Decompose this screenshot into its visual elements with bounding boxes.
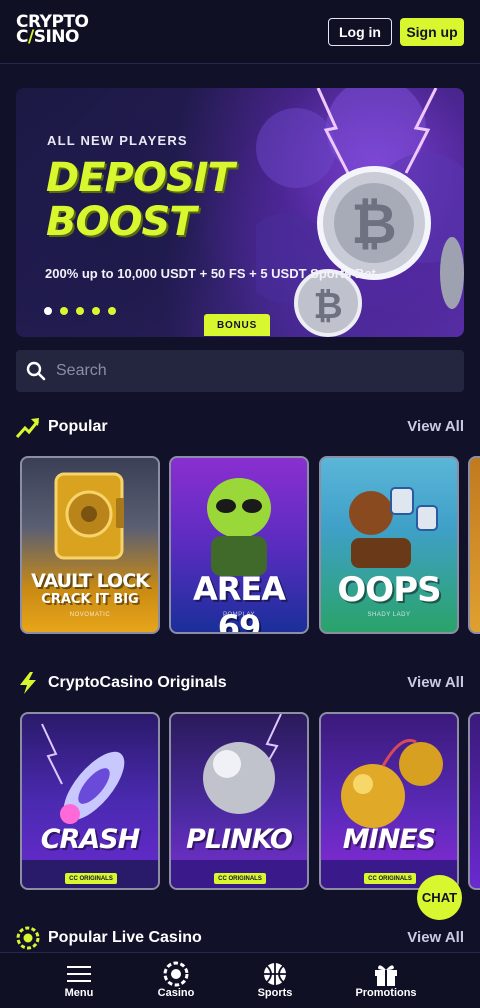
view-all-link[interactable]: View All bbox=[407, 418, 464, 435]
login-button[interactable]: Log in bbox=[328, 18, 392, 46]
carousel-dot[interactable] bbox=[44, 307, 52, 315]
originals-games-row: CRASH CC ORIGINALS PLINKO CC ORIGINALS M… bbox=[20, 712, 480, 890]
originals-section-header: CryptoCasino Originals View All bbox=[16, 671, 464, 695]
game-title: PLINKO bbox=[186, 824, 293, 855]
cc-originals-tag: CC ORIGINALS bbox=[364, 873, 416, 884]
live-casino-section-header: Popular Live Casino View All bbox=[16, 926, 464, 950]
bonus-button[interactable]: BONUS bbox=[204, 314, 270, 336]
game-title: OOPS bbox=[337, 570, 441, 610]
game-provider: SHADY LADY bbox=[367, 612, 411, 618]
promo-banner[interactable]: ₿ ₿ ALL NEW PLAYERS DEPOSIT BOOST 200% u… bbox=[16, 88, 464, 337]
bottom-navigation: Menu Casino Sports Promotions bbox=[0, 952, 480, 1008]
carousel-dot[interactable] bbox=[60, 307, 68, 315]
carousel-dot[interactable] bbox=[92, 307, 100, 315]
search-icon bbox=[26, 361, 46, 381]
game-card-peek[interactable] bbox=[468, 456, 480, 634]
cc-originals-tag: CC ORIGINALS bbox=[214, 873, 266, 884]
game-card-mines[interactable]: MINES CC ORIGINALS bbox=[319, 712, 459, 890]
section-title: CryptoCasino Originals bbox=[48, 674, 227, 691]
section-title: Popular Live Casino bbox=[48, 929, 202, 946]
popular-games-row: VAULT LOCK CRACK IT BIG NOVOMATIC AREA 6… bbox=[20, 456, 480, 634]
carousel-dots bbox=[44, 307, 116, 315]
rocket-illustration bbox=[22, 723, 158, 888]
svg-text:₿: ₿ bbox=[351, 192, 397, 257]
game-title: AREA 69 bbox=[192, 570, 286, 634]
menu-icon bbox=[67, 966, 91, 982]
chat-button[interactable]: CHAT bbox=[417, 875, 462, 920]
game-card-vault-lock[interactable]: VAULT LOCK CRACK IT BIG NOVOMATIC bbox=[20, 456, 160, 634]
search-input[interactable] bbox=[56, 350, 456, 392]
banner-eyebrow: ALL NEW PLAYERS bbox=[47, 133, 188, 148]
carousel-dot[interactable] bbox=[76, 307, 84, 315]
nav-item-promotions[interactable]: Promotions bbox=[352, 953, 420, 1008]
nav-item-menu[interactable]: Menu bbox=[52, 953, 106, 1008]
bomb-illustration bbox=[321, 739, 457, 888]
game-provider: POMPLAY bbox=[222, 612, 256, 618]
game-card-oops[interactable]: OOPS SHADY LADY bbox=[319, 456, 459, 634]
section-title: Popular bbox=[48, 418, 108, 435]
game-card-plinko[interactable]: PLINKO CC ORIGINALS bbox=[169, 712, 309, 890]
view-all-link[interactable]: View All bbox=[407, 674, 464, 691]
basketball-icon bbox=[264, 963, 286, 985]
game-title: CRASH bbox=[40, 824, 141, 855]
logo-line-2: C/SINO bbox=[16, 27, 79, 47]
game-card-area-69[interactable]: AREA 69 POMPLAY bbox=[169, 456, 309, 634]
popular-section-header: Popular View All bbox=[16, 415, 464, 439]
casino-chip-icon bbox=[16, 926, 40, 950]
nav-label: Menu bbox=[64, 987, 94, 999]
nav-item-casino[interactable]: Casino bbox=[148, 953, 204, 1008]
lightning-icon bbox=[20, 672, 36, 694]
plinko-ball-illustration bbox=[171, 714, 307, 888]
game-card-peek[interactable] bbox=[468, 712, 480, 890]
svg-text:₿: ₿ bbox=[313, 286, 342, 327]
game-subtitle: CRACK IT BIG bbox=[41, 592, 139, 607]
nav-label: Casino bbox=[157, 987, 195, 999]
game-provider: NOVOMATIC bbox=[69, 612, 111, 618]
nav-label: Sports bbox=[257, 987, 293, 999]
trending-up-icon bbox=[16, 418, 40, 438]
top-header: CRYPTO C/SINO Log in Sign up bbox=[0, 0, 480, 64]
gift-icon bbox=[375, 965, 397, 986]
banner-subtitle: 200% up to 10,000 USDT + 50 FS + 5 USDT … bbox=[45, 266, 376, 281]
search-bar bbox=[16, 350, 464, 392]
game-card-crash[interactable]: CRASH CC ORIGINALS bbox=[20, 712, 160, 890]
game-title: MINES bbox=[342, 824, 436, 855]
casino-chip-icon bbox=[163, 961, 189, 987]
view-all-link[interactable]: View All bbox=[407, 929, 464, 946]
banner-title: DEPOSIT BOOST bbox=[46, 155, 235, 245]
carousel-dot[interactable] bbox=[108, 307, 116, 315]
nav-label: Promotions bbox=[355, 987, 417, 999]
crypto-casino-logo[interactable]: CRYPTO C/SINO bbox=[16, 14, 89, 49]
nav-item-sports[interactable]: Sports bbox=[247, 953, 303, 1008]
cc-originals-tag: CC ORIGINALS bbox=[65, 873, 117, 884]
signup-button[interactable]: Sign up bbox=[400, 18, 464, 46]
game-title: VAULT LOCK bbox=[31, 570, 150, 592]
